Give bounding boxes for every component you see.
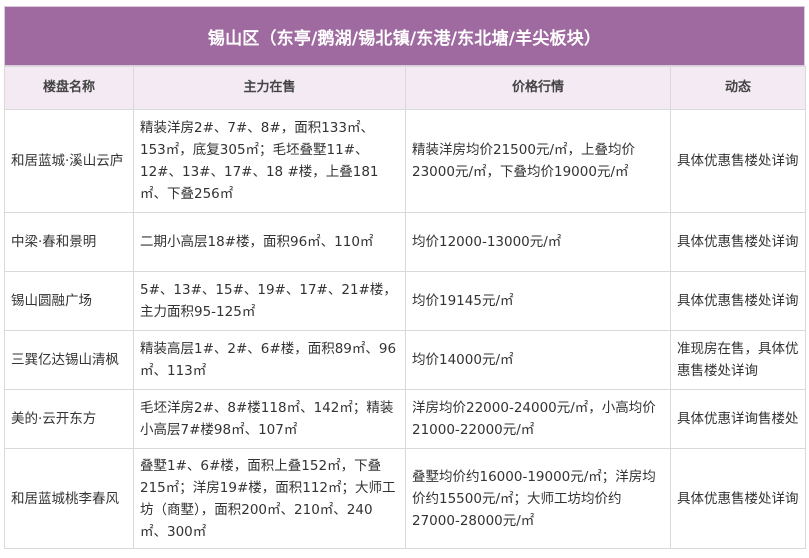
cell-status: 准现房在售，具体优惠售楼处详询: [670, 330, 806, 390]
page: 锡山区（东亭/鹅湖/锡北镇/东港/东北塘/羊尖板块） 楼盘名称 主力在售 价格行…: [0, 0, 809, 558]
cell-name: 中梁·春和景明: [4, 212, 134, 272]
table-row: 三巽亿达锡山清枫 精装高层1#、2#、6#楼，面积89㎡、96㎡、113㎡ 均价…: [4, 330, 806, 390]
cell-name: 和居蓝城桃李春风: [4, 448, 134, 549]
cell-main: 精装洋房2#、7#、8#，面积133㎡、153㎡，底复305㎡；毛坯叠墅11#、…: [133, 109, 406, 213]
table-row: 美的·云开东方 毛坯洋房2#、8#楼118㎡、142㎡；精装小高层7#楼98㎡、…: [4, 389, 806, 449]
cell-name: 美的·云开东方: [4, 389, 134, 449]
column-header-main: 主力在售: [133, 66, 406, 110]
cell-main: 叠墅1#、6#楼，面积上叠152㎡，下叠215㎡；洋房19#楼，面积112㎡；大…: [133, 448, 406, 549]
cell-name: 三巽亿达锡山清枫: [4, 330, 134, 390]
table-row: 中梁·春和景明 二期小高层18#楼，面积96㎡、110㎡ 均价12000-130…: [4, 212, 806, 272]
column-header-status: 动态: [670, 66, 806, 110]
column-header-name: 楼盘名称: [4, 66, 134, 110]
property-table: 楼盘名称 主力在售 价格行情 动态 和居蓝城·溪山云庐 精装洋房2#、7#、8#…: [4, 66, 806, 549]
cell-status: 具体优惠售楼处详询: [670, 109, 806, 213]
header-row: 楼盘名称 主力在售 价格行情 动态: [4, 66, 806, 110]
cell-price: 均价12000-13000元/㎡: [405, 212, 671, 272]
cell-price: 精装洋房均价21500元/㎡，上叠均价23000元/㎡，下叠均价19000元/㎡: [405, 109, 671, 213]
cell-main: 5#、13#、15#、19#、17#、21#楼，主力面积95-125㎡: [133, 271, 406, 331]
cell-price: 叠墅均价约16000-19000元/㎡；洋房均价约15500元/㎡；大师工坊均价…: [405, 448, 671, 549]
cell-status: 具体优惠售楼处详询: [670, 271, 806, 331]
table-row: 和居蓝城·溪山云庐 精装洋房2#、7#、8#，面积133㎡、153㎡，底复305…: [4, 109, 806, 213]
cell-main: 精装高层1#、2#、6#楼，面积89㎡、96㎡、113㎡: [133, 330, 406, 390]
cell-status: 具体优惠详询售楼处: [670, 389, 806, 449]
table-title: 锡山区（东亭/鹅湖/锡北镇/东港/东北塘/羊尖板块）: [4, 6, 805, 66]
cell-name: 锡山圆融广场: [4, 271, 134, 331]
cell-price: 均价14000元/㎡: [405, 330, 671, 390]
cell-name: 和居蓝城·溪山云庐: [4, 109, 134, 213]
cell-status: 具体优惠售楼处详询: [670, 448, 806, 549]
cell-price: 洋房均价22000-24000元/㎡，小高均价21000-22000元/㎡: [405, 389, 671, 449]
table-row: 锡山圆融广场 5#、13#、15#、19#、17#、21#楼，主力面积95-12…: [4, 271, 806, 331]
column-header-price: 价格行情: [405, 66, 671, 110]
cell-main: 毛坯洋房2#、8#楼118㎡、142㎡；精装小高层7#楼98㎡、107㎡: [133, 389, 406, 449]
table-row: 和居蓝城桃李春风 叠墅1#、6#楼，面积上叠152㎡，下叠215㎡；洋房19#楼…: [4, 448, 806, 549]
cell-status: 具体优惠售楼处详询: [670, 212, 806, 272]
cell-price: 均价19145元/㎡: [405, 271, 671, 331]
cell-main: 二期小高层18#楼，面积96㎡、110㎡: [133, 212, 406, 272]
